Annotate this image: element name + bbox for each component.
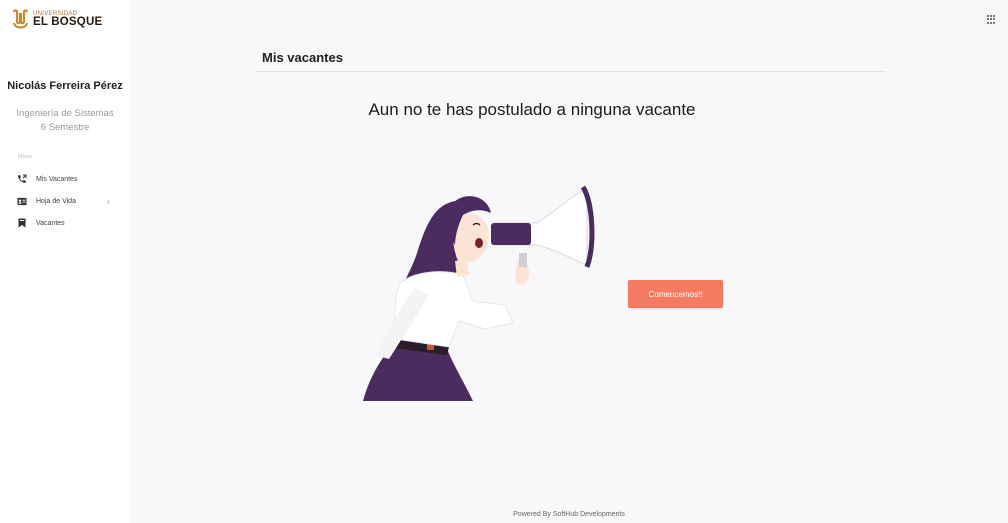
footer-credit: Powered By SoftHub Developments (513, 511, 625, 518)
user-career: Ingeniería de Sistemas (16, 108, 114, 119)
sidebar-item-hoja-de-vida[interactable]: Hoja de Vida › (17, 194, 117, 208)
sidebar: UNIVERSIDAD EL BOSQUE Nicolás Ferreira P… (0, 0, 130, 523)
logo-emblem-icon (12, 9, 29, 29)
chevron-right-icon: › (107, 196, 110, 206)
id-card-icon (17, 196, 27, 206)
university-logo[interactable]: UNIVERSIDAD EL BOSQUE (12, 9, 102, 31)
bookmark-icon (17, 218, 27, 228)
user-name: Nicolás Ferreira Pérez (7, 80, 123, 92)
sidebar-item-label: Mis Vacantes (36, 175, 78, 183)
phone-icon (17, 174, 27, 184)
user-career-info: Ingeniería de Sistemas 6 Semestre (0, 107, 130, 135)
sidebar-item-vacantes[interactable]: Vacantes (17, 216, 117, 230)
sidebar-item-label: Hoja de Vida (36, 197, 76, 205)
start-button[interactable]: Comencemos!! (628, 280, 723, 308)
page-title: Mis vacantes (262, 50, 343, 65)
menu-section-label: Menu (18, 154, 32, 160)
logo-big-text: EL BOSQUE (33, 16, 103, 29)
title-divider (255, 71, 885, 72)
sidebar-item-label: Vacantes (36, 219, 65, 227)
apps-grid-icon[interactable] (987, 15, 996, 24)
woman-megaphone-illustration (363, 185, 595, 401)
sidebar-item-mis-vacantes[interactable]: Mis Vacantes (17, 172, 117, 186)
user-semester: 6 Semestre (40, 121, 90, 133)
empty-state-message: Aun no te has postulado a ninguna vacant… (368, 100, 696, 119)
